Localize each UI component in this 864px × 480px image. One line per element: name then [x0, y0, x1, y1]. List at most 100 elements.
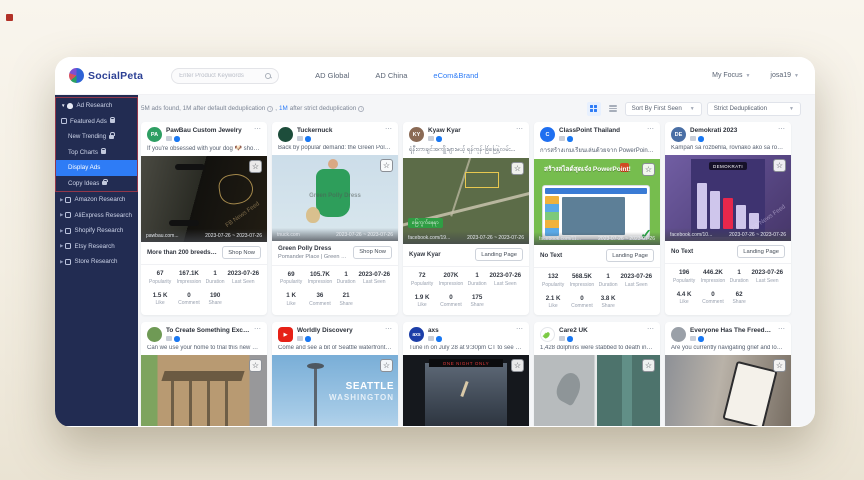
- advertiser-name[interactable]: To Create Something Exceptio...: [166, 327, 250, 334]
- sidebar-item-aliexpress-research[interactable]: ▶AliExpress Research: [55, 208, 138, 224]
- favorite-star-button[interactable]: ☆: [380, 159, 393, 172]
- ad-creative-image[interactable]: FB News Feed ☆ pawbau.com... 2023-07-26 …: [141, 156, 267, 242]
- more-menu-icon[interactable]: ⋯: [647, 327, 654, 332]
- lock-icon: [109, 135, 114, 139]
- product-keyword-search[interactable]: [171, 68, 279, 84]
- advertiser-avatar[interactable]: [147, 327, 162, 342]
- cta-button[interactable]: Landing Page: [475, 248, 523, 261]
- favorite-star-button[interactable]: ☆: [249, 359, 262, 372]
- nav-item-ad-global[interactable]: AD Global: [315, 71, 349, 80]
- facebook-icon: [436, 336, 442, 342]
- favorite-star-button[interactable]: ☆: [249, 160, 262, 173]
- ad-creative-image[interactable]: SEATTLE WASHINGTON ☆: [272, 355, 398, 426]
- favorite-star-button[interactable]: ☆: [773, 159, 786, 172]
- favorite-star-button[interactable]: ☆: [511, 162, 524, 175]
- cta-button[interactable]: Shop Now: [222, 246, 261, 259]
- my-focus-menu[interactable]: My Focus▼: [712, 72, 750, 79]
- ad-card[interactable]: KY Kyaw Kyar ⋯ ရုံနီးတာချင်အကျိုးများမယ့…: [403, 122, 529, 315]
- more-menu-icon[interactable]: ⋯: [385, 127, 392, 132]
- advertiser-url[interactable]: pawbau.com...: [146, 233, 179, 239]
- ad-creative-image[interactable]: ☆: [141, 355, 267, 426]
- cta-button[interactable]: Shop Now: [353, 246, 392, 259]
- more-menu-icon[interactable]: ⋯: [647, 127, 654, 132]
- more-menu-icon[interactable]: ⋯: [778, 127, 785, 132]
- advertiser-url[interactable]: facebook.com/11...: [539, 236, 581, 242]
- advertiser-url[interactable]: facebook.com/19...: [408, 235, 450, 241]
- more-menu-icon[interactable]: ⋯: [254, 327, 261, 332]
- favorite-star-button[interactable]: ☆: [642, 163, 655, 176]
- ad-card[interactable]: axs axs ⋯ Tune in on July 28 at 9:30pm C…: [403, 322, 529, 426]
- ad-creative-image[interactable]: FB News Feed DEMOKRATI ☆ facebook.com/10…: [665, 155, 791, 241]
- info-icon[interactable]: i: [358, 106, 364, 112]
- ad-description: 1,428 dolphins were stabbed to death in …: [540, 345, 654, 351]
- ad-card[interactable]: Tuckernuck ⋯ Back by popular demand: the…: [272, 122, 398, 315]
- more-menu-icon[interactable]: ⋯: [778, 327, 785, 332]
- advertiser-name[interactable]: Worldly Discovery: [297, 327, 381, 334]
- ad-creative-image[interactable]: ☆: [665, 355, 791, 426]
- deduplication-dropdown[interactable]: Strict Deduplication▼: [707, 102, 801, 116]
- more-menu-icon[interactable]: ⋯: [516, 127, 523, 132]
- advertiser-avatar[interactable]: ▶: [278, 327, 293, 342]
- favorite-star-button[interactable]: ☆: [773, 359, 786, 372]
- more-menu-icon[interactable]: ⋯: [385, 327, 392, 332]
- advertiser-avatar[interactable]: PA: [147, 127, 162, 142]
- favorite-star-button[interactable]: ☆: [511, 359, 524, 372]
- sidebar-item-copy-ideas[interactable]: Copy Ideas: [56, 176, 137, 192]
- sort-dropdown[interactable]: Sort By First Seen▼: [625, 102, 702, 116]
- advertiser-avatar[interactable]: [540, 327, 555, 342]
- advertiser-name[interactable]: Everyone Has The Freedom To...: [690, 327, 774, 334]
- advertiser-avatar[interactable]: [278, 127, 293, 142]
- sidebar-item-top-charts[interactable]: Top Charts: [56, 145, 137, 161]
- sidebar-item-etsy-research[interactable]: ▶Etsy Research: [55, 239, 138, 255]
- socialpeta-logo[interactable]: SocialPeta: [69, 68, 143, 83]
- ad-creative-image[interactable]: မြေကွက်နေရာ ☆ facebook.com/19... 2023-07…: [403, 158, 529, 244]
- advertiser-name[interactable]: ClassPoint Thailand: [559, 127, 643, 134]
- ad-creative-image[interactable]: ✓ สร้างสไลด์สุดเจ๋ง PowerPoint! ☆ facebo…: [534, 159, 660, 245]
- nav-item-ad-china[interactable]: AD China: [375, 71, 407, 80]
- advertiser-avatar[interactable]: KY: [409, 127, 424, 142]
- sidebar-item-shopify-research[interactable]: ▶Shopify Research: [55, 223, 138, 239]
- sidebar-item-ad-research[interactable]: ▼Ad Research: [56, 98, 137, 114]
- advertiser-name[interactable]: Kyaw Kyar: [428, 127, 512, 134]
- more-menu-icon[interactable]: ⋯: [516, 327, 523, 332]
- ad-creative-image[interactable]: Green Polly Dress ☆ tnuck.com 2023-07-26…: [272, 155, 398, 241]
- advertiser-name[interactable]: Care2 UK: [559, 327, 643, 334]
- cta-button[interactable]: Landing Page: [737, 245, 785, 258]
- advertiser-avatar[interactable]: axs: [409, 327, 424, 342]
- ad-card[interactable]: PA PawBau Custom Jewelry ⋯ If you're obs…: [141, 122, 267, 315]
- ad-creative-image[interactable]: ☆: [534, 355, 660, 426]
- ad-description: Back by popular demand: the Green Polly …: [278, 145, 392, 151]
- favorite-star-button[interactable]: ☆: [380, 359, 393, 372]
- advertiser-url[interactable]: tnuck.com: [277, 232, 300, 238]
- sidebar-item-display-ads[interactable]: Display Ads: [56, 160, 137, 176]
- ad-card[interactable]: ▶ Worldly Discovery ⋯ Come and see a bit…: [272, 322, 398, 426]
- more-menu-icon[interactable]: ⋯: [254, 127, 261, 132]
- ad-card[interactable]: DE Demokrati 2023 ⋯ Kampaň sa rozbehla, …: [665, 122, 791, 315]
- sidebar-item-featured-ads[interactable]: Featured Ads: [56, 114, 137, 130]
- nav-item-ecom-brand[interactable]: eCom&Brand: [433, 71, 478, 80]
- caret-down-icon: ▼: [61, 103, 65, 108]
- favorite-star-button[interactable]: ☆: [642, 359, 655, 372]
- sidebar-item-amazon-research[interactable]: ▶Amazon Research: [55, 192, 138, 208]
- advertiser-name[interactable]: PawBau Custom Jewelry: [166, 127, 250, 134]
- ad-creative-image[interactable]: ONE NIGHT ONLY ☆: [403, 355, 529, 426]
- advertiser-url[interactable]: facebook.com/10...: [670, 232, 712, 238]
- info-icon[interactable]: i: [267, 106, 273, 112]
- sidebar-item-store-research[interactable]: ▶Store Research: [55, 254, 138, 270]
- advertiser-avatar[interactable]: [671, 327, 686, 342]
- advertiser-name[interactable]: Tuckernuck: [297, 127, 381, 134]
- sidebar-item-new-trending[interactable]: New Trending: [56, 129, 137, 145]
- advertiser-name[interactable]: Demokrati 2023: [690, 127, 774, 134]
- advertiser-avatar[interactable]: DE: [671, 127, 686, 142]
- cta-button[interactable]: Landing Page: [606, 249, 654, 262]
- ad-card[interactable]: Everyone Has The Freedom To... ⋯ Are you…: [665, 322, 791, 426]
- grid-view-button[interactable]: [587, 102, 601, 116]
- ad-card[interactable]: To Create Something Exceptio... ⋯ Can we…: [141, 322, 267, 426]
- advertiser-name[interactable]: axs: [428, 327, 512, 334]
- ad-card[interactable]: C ClassPoint Thailand ⋯ การสร้างเกมเรียน…: [534, 122, 660, 315]
- advertiser-avatar[interactable]: C: [540, 127, 555, 142]
- user-account-menu[interactable]: josa19▼: [770, 72, 799, 79]
- list-view-button[interactable]: [606, 102, 620, 116]
- ad-card[interactable]: Care2 UK ⋯ 1,428 dolphins were stabbed t…: [534, 322, 660, 426]
- search-input[interactable]: [179, 73, 265, 79]
